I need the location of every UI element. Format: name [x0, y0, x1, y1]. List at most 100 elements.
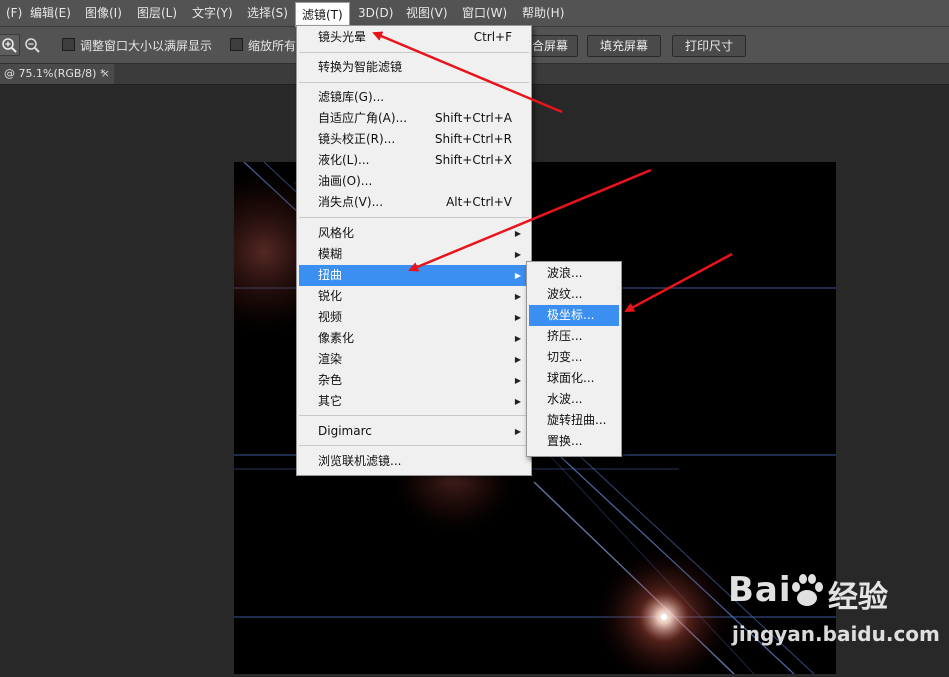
submenu-arrow-icon: ▶ [514, 313, 521, 322]
submenu-arrow-icon: ▶ [514, 376, 521, 385]
menu-item-shortcut: Shift+Ctrl+X [435, 153, 512, 167]
submenu-arrow-icon: ▶ [514, 229, 521, 238]
menu-item-label: 滤镜库(G)... [318, 90, 385, 104]
fill-screen-button[interactable]: 填充屏幕 [587, 35, 661, 57]
menu-item-video[interactable]: 视频 ▶ [299, 307, 529, 328]
menu-separator [299, 415, 529, 416]
menu-item-sharpen[interactable]: 锐化 ▶ [299, 286, 529, 307]
submenu-item-pinch[interactable]: 挤压... [529, 326, 619, 347]
menu-item-label: 消失点(V)... [318, 195, 384, 209]
menu-separator [299, 52, 529, 53]
menu-select[interactable]: 选择(S) [241, 0, 294, 26]
paw-icon [792, 574, 823, 606]
menu-image[interactable]: 图像(I) [79, 0, 128, 26]
submenu-arrow-icon: ▶ [514, 427, 521, 436]
menu-view[interactable]: 视图(V) [400, 0, 454, 26]
menu-item-blur[interactable]: 模糊 ▶ [299, 244, 529, 265]
distort-submenu: 波浪... 波纹... 极坐标... 挤压... 切变... 球面化... 水波… [526, 261, 622, 457]
menu-item-oil-paint[interactable]: 油画(O)... [299, 171, 529, 192]
filter-menu: 镜头光晕 Ctrl+F 转换为智能滤镜 滤镜库(G)... 自适应广角(A)...… [296, 25, 532, 476]
submenu-item-polar-coordinates[interactable]: 极坐标... [529, 305, 619, 326]
submenu-item-wave[interactable]: 波浪... [529, 263, 619, 284]
menu-item-label: 锐化 [318, 289, 343, 303]
menu-item-shortcut: Ctrl+F [473, 30, 512, 44]
menu-item-digimarc[interactable]: Digimarc ▶ [299, 421, 529, 442]
menu-item-vanishing-point[interactable]: 消失点(V)... Alt+Ctrl+V [299, 192, 529, 213]
menu-item-filter-gallery[interactable]: 滤镜库(G)... [299, 87, 529, 108]
menu-item-label: 球面化... [547, 371, 595, 385]
submenu-item-spherize[interactable]: 球面化... [529, 368, 619, 389]
submenu-arrow-icon: ▶ [514, 271, 521, 280]
menu-item-browse-online-filters[interactable]: 浏览联机滤镜... [299, 451, 529, 472]
menu-item-label: 视频 [318, 310, 343, 324]
menu-item-pixelate[interactable]: 像素化 ▶ [299, 328, 529, 349]
resize-windows-label: 调整窗口大小以满屏显示 [80, 39, 213, 53]
menu-layer[interactable]: 图层(L) [131, 0, 183, 26]
menu-item-render[interactable]: 渲染 ▶ [299, 349, 529, 370]
menu-item-label: 转换为智能滤镜 [318, 60, 403, 74]
menu-help[interactable]: 帮助(H) [516, 0, 570, 26]
submenu-item-displace[interactable]: 置换... [529, 431, 619, 452]
close-icon[interactable]: × [101, 64, 110, 84]
menu-item-label: 旋转扭曲... [547, 413, 607, 427]
resize-windows-checkbox[interactable] [62, 38, 75, 51]
menu-item-label: 模糊 [318, 247, 343, 261]
menu-item-distort[interactable]: 扭曲 ▶ [299, 265, 529, 286]
menu-item-label: 其它 [318, 394, 343, 408]
menu-window[interactable]: 窗口(W) [456, 0, 513, 26]
watermark-brand: Bai [728, 570, 792, 610]
menu-item-label: 镜头校正(R)... [318, 132, 396, 146]
document-tab-title: @ 75.1%(RGB/8) * [4, 67, 106, 80]
submenu-item-zigzag[interactable]: 水波... [529, 389, 619, 410]
menu-item-label: 水波... [547, 392, 583, 406]
menu-item-label: 镜头光晕 [318, 30, 367, 44]
zoom-out-button[interactable] [21, 34, 43, 56]
menu-item-label: 扭曲 [318, 268, 343, 282]
menu-item-label: 自适应广角(A)... [318, 111, 408, 125]
watermark-url: jingyan.baidu.com [732, 622, 940, 646]
menu-separator [299, 217, 529, 218]
menu-item-label: 像素化 [318, 331, 355, 345]
menu-item-adaptive-wide-angle[interactable]: 自适应广角(A)... Shift+Ctrl+A [299, 108, 529, 129]
menu-bar: (F) 编辑(E) 图像(I) 图层(L) 文字(Y) 选择(S) 滤镜(T) … [0, 0, 949, 27]
menu-item-label: 波浪... [547, 266, 583, 280]
document-tab[interactable]: @ 75.1%(RGB/8) * × [0, 64, 114, 84]
menu-item-liquify[interactable]: 液化(L)... Shift+Ctrl+X [299, 150, 529, 171]
menu-edit[interactable]: 编辑(E) [24, 0, 77, 26]
submenu-arrow-icon: ▶ [514, 355, 521, 364]
menu-item-label: 挤压... [547, 329, 583, 343]
baidu-jingyan-watermark: Bai 经验 jingyan.baidu.com [728, 570, 940, 660]
menu-item-lens-correction[interactable]: 镜头校正(R)... Shift+Ctrl+R [299, 129, 529, 150]
menu-item-noise[interactable]: 杂色 ▶ [299, 370, 529, 391]
submenu-item-shear[interactable]: 切变... [529, 347, 619, 368]
menu-item-label: 油画(O)... [318, 174, 373, 188]
menu-3d[interactable]: 3D(D) [352, 0, 399, 26]
menu-item-label: 波纹... [547, 287, 583, 301]
submenu-arrow-icon: ▶ [514, 250, 521, 259]
submenu-arrow-icon: ▶ [514, 292, 521, 301]
menu-type[interactable]: 文字(Y) [186, 0, 239, 26]
menu-item-other[interactable]: 其它 ▶ [299, 391, 529, 412]
menu-item-lens-flare[interactable]: 镜头光晕 Ctrl+F [299, 27, 529, 48]
submenu-item-twirl[interactable]: 旋转扭曲... [529, 410, 619, 431]
menu-item-label: 置换... [547, 434, 583, 448]
print-size-button[interactable]: 打印尺寸 [672, 35, 746, 57]
submenu-arrow-icon: ▶ [514, 334, 521, 343]
menu-item-stylize[interactable]: 风格化 ▶ [299, 223, 529, 244]
menu-item-convert-smart-filter[interactable]: 转换为智能滤镜 [299, 57, 529, 78]
menu-separator [299, 445, 529, 446]
zoom-all-label: 缩放所有 [248, 39, 297, 53]
menu-item-label: 杂色 [318, 373, 343, 387]
zoom-all-checkbox[interactable] [230, 38, 243, 51]
menu-item-shortcut: Shift+Ctrl+R [434, 132, 512, 146]
menu-item-label: Digimarc [318, 424, 372, 438]
zoom-out-icon [25, 38, 40, 53]
menu-item-label: 切变... [547, 350, 583, 364]
menu-item-label: 极坐标... [547, 308, 595, 322]
menu-filter[interactable]: 滤镜(T) [295, 2, 350, 27]
menu-item-label: 风格化 [318, 226, 355, 240]
submenu-item-ripple[interactable]: 波纹... [529, 284, 619, 305]
watermark-brand-cn: 经验 [828, 580, 888, 615]
zoom-in-button[interactable] [0, 34, 20, 56]
menu-item-shortcut: Shift+Ctrl+A [435, 111, 512, 125]
